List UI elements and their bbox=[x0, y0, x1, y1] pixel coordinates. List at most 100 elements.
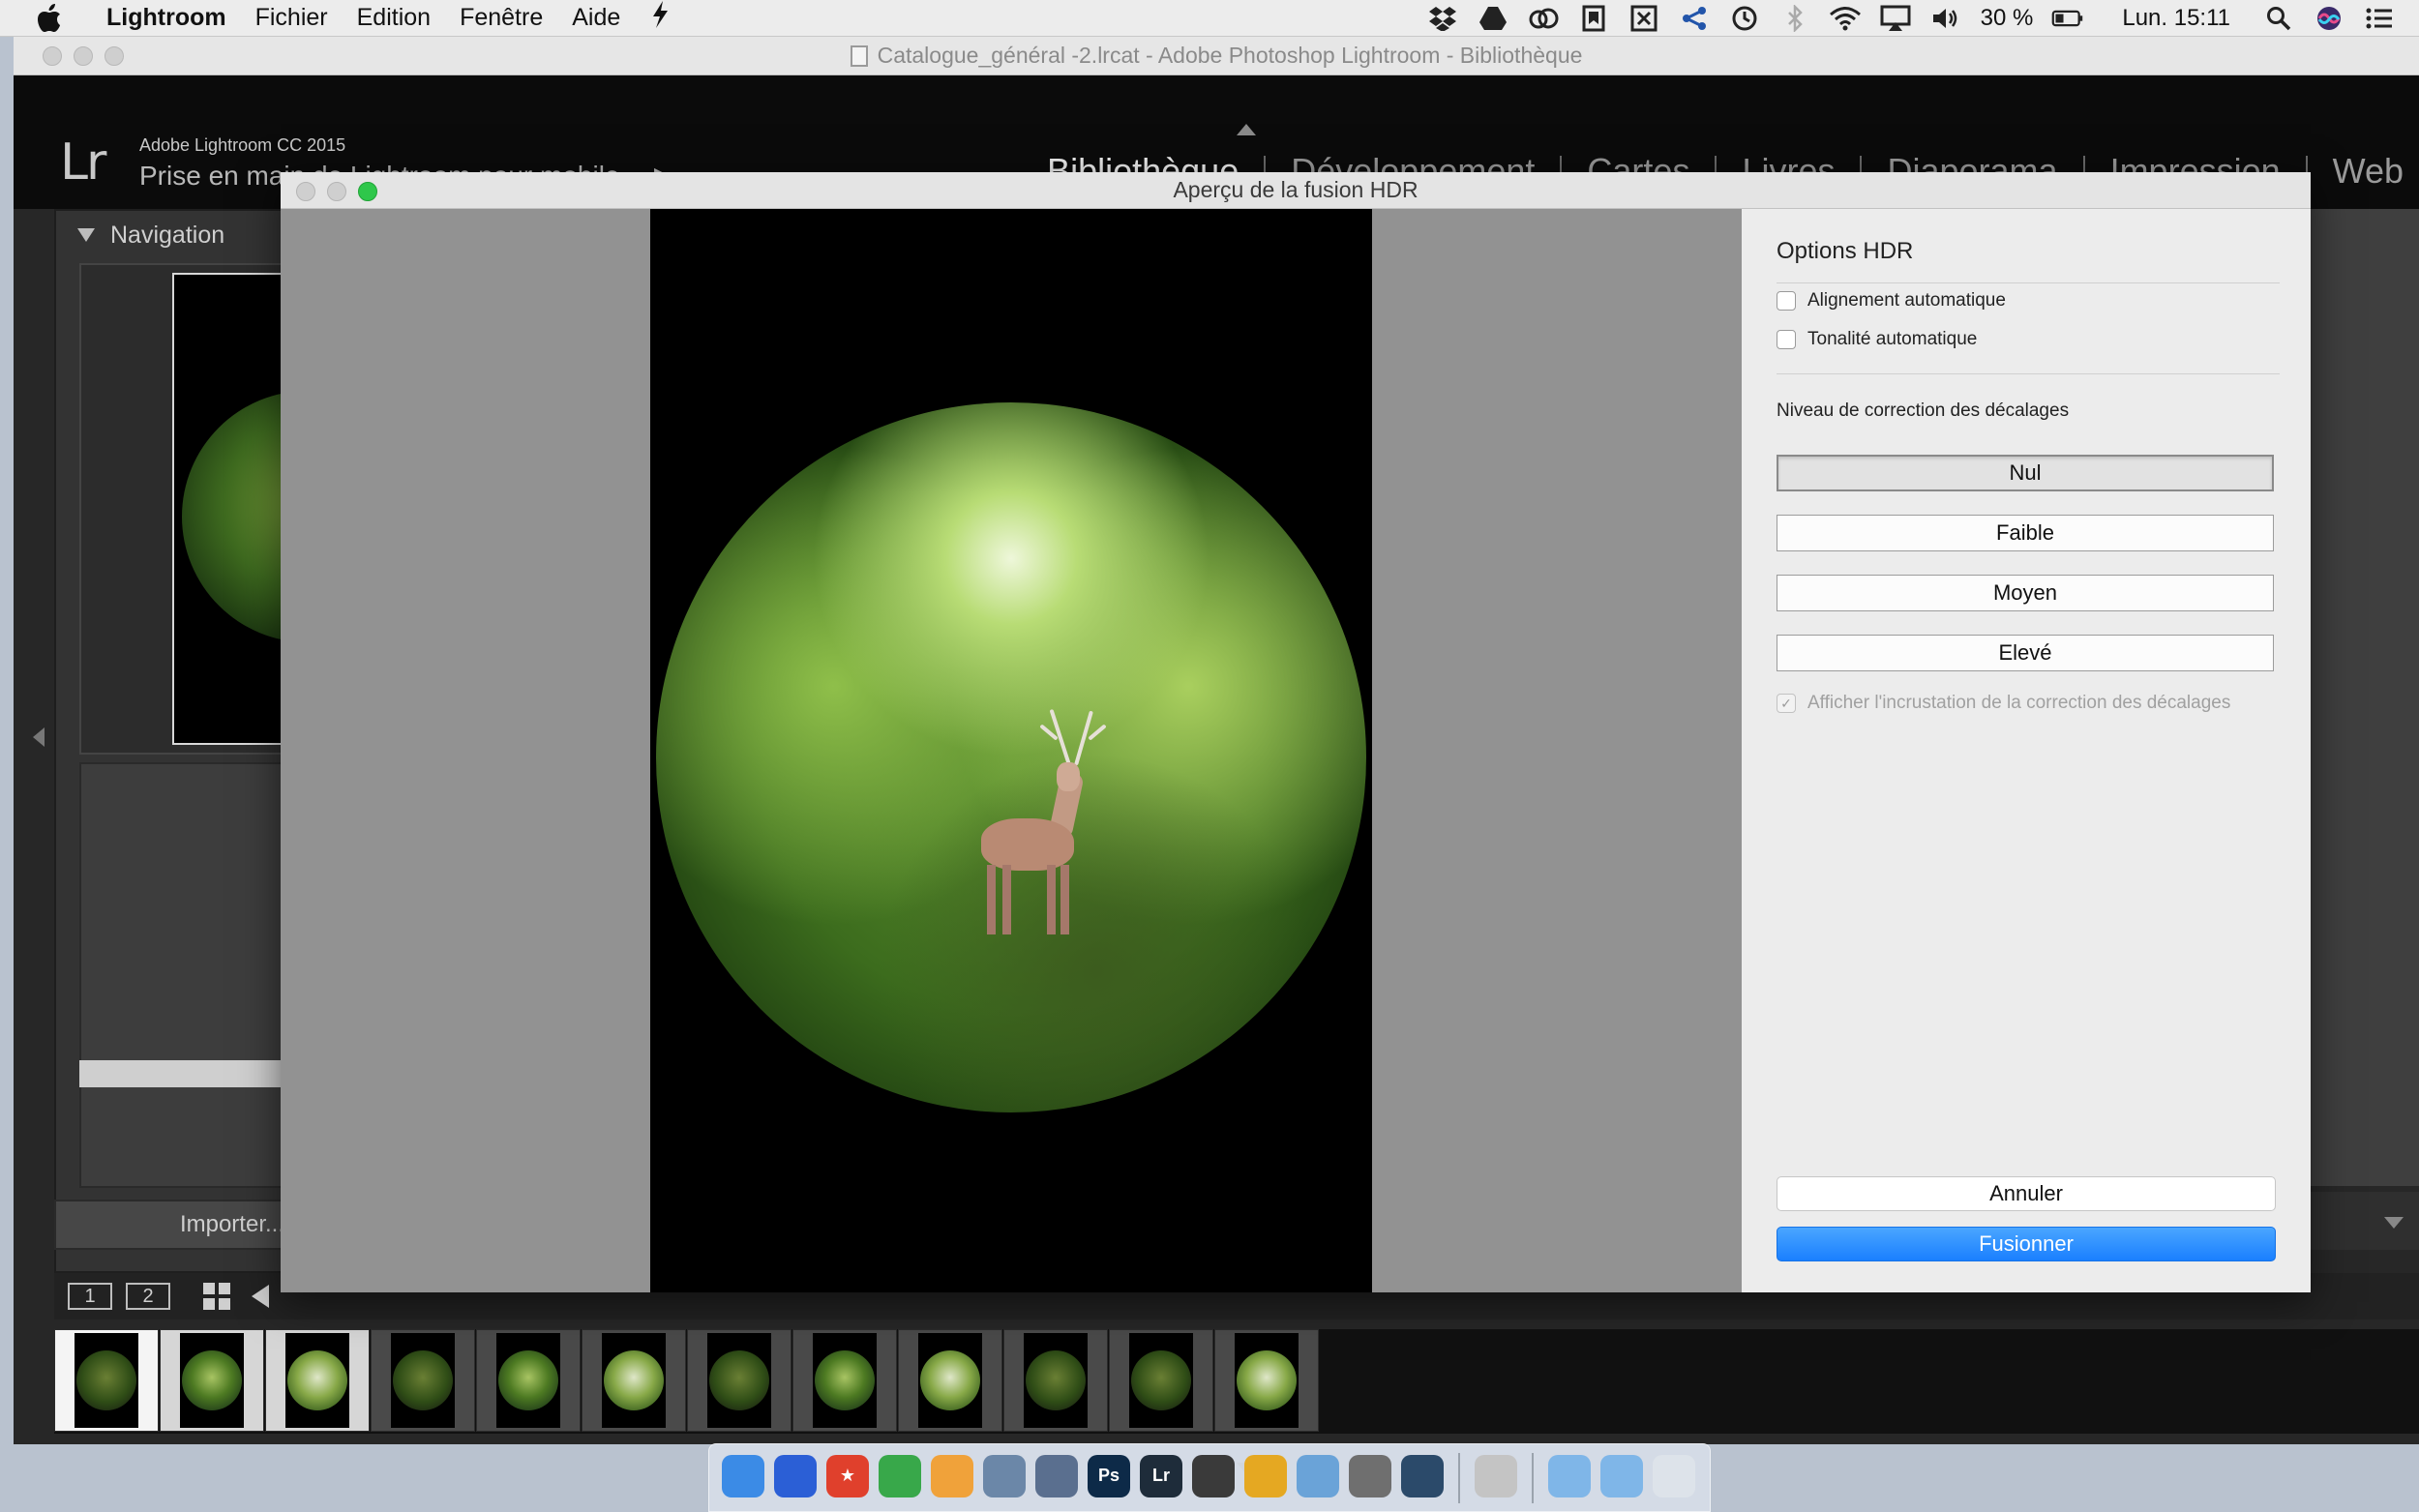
chevron-down-icon[interactable] bbox=[2384, 1217, 2404, 1229]
apple-icon[interactable] bbox=[35, 3, 64, 33]
thumbnail-frame bbox=[180, 1333, 244, 1428]
window-zoom-button[interactable] bbox=[105, 46, 124, 66]
dock-utility-icon[interactable] bbox=[1475, 1454, 1517, 1497]
filmstrip-thumbnail[interactable] bbox=[1003, 1329, 1108, 1432]
filmstrip-thumbnail[interactable] bbox=[792, 1329, 897, 1432]
dock-folder-icon[interactable] bbox=[1548, 1454, 1591, 1497]
document-icon bbox=[850, 44, 868, 67]
bookmark-icon[interactable] bbox=[1577, 4, 1610, 33]
checkbox-box[interactable] bbox=[1777, 330, 1796, 349]
hdr-preview-image bbox=[650, 209, 1372, 1292]
dock-lightroom-icon[interactable]: Lr bbox=[1140, 1454, 1182, 1497]
script-menu-icon[interactable] bbox=[649, 1, 671, 35]
merge-button[interactable]: Fusionner bbox=[1777, 1227, 2276, 1261]
filmstrip-thumbnail[interactable] bbox=[54, 1329, 159, 1432]
divider bbox=[1777, 282, 2280, 283]
hdr-merge-dialog: Aperçu de la fusion HDR Options HDR Alig… bbox=[281, 172, 2311, 1292]
filmstrip-thumbnail[interactable] bbox=[371, 1329, 475, 1432]
menu-aide[interactable]: Aide bbox=[572, 4, 620, 32]
navigator-preview[interactable] bbox=[79, 263, 308, 755]
window-minimize-button[interactable] bbox=[74, 46, 93, 66]
dock-sync-icon[interactable] bbox=[1035, 1454, 1078, 1497]
checkmark-icon[interactable]: ✓ bbox=[1777, 694, 1796, 713]
filmstrip-thumbnail[interactable] bbox=[898, 1329, 1002, 1432]
volume-icon[interactable] bbox=[1929, 4, 1962, 33]
module-web[interactable]: Web bbox=[2308, 151, 2419, 192]
menu-app-name[interactable]: Lightroom bbox=[106, 4, 226, 32]
airplay-icon[interactable] bbox=[1879, 4, 1912, 33]
dock-pages-icon[interactable] bbox=[931, 1454, 973, 1497]
filmstrip-thumbnail[interactable] bbox=[1214, 1329, 1319, 1432]
dock-lr-mobile-icon[interactable] bbox=[1192, 1454, 1235, 1497]
deghost-none-button[interactable]: Nul bbox=[1777, 455, 2274, 491]
dock-numbers-icon[interactable] bbox=[879, 1454, 921, 1497]
deghost-low-button[interactable]: Faible bbox=[1777, 515, 2274, 551]
dock-downloads-folder-icon[interactable] bbox=[1600, 1454, 1643, 1497]
wifi-icon[interactable] bbox=[1829, 4, 1862, 33]
auto-align-checkbox[interactable]: Alignement automatique bbox=[1777, 290, 2006, 311]
auto-tone-checkbox[interactable]: Tonalité automatique bbox=[1777, 329, 1977, 350]
filmstrip bbox=[54, 1329, 2419, 1434]
panel-scrollbar[interactable] bbox=[79, 1060, 304, 1087]
dock-photoshop-icon[interactable]: Ps bbox=[1088, 1454, 1130, 1497]
menu-edition[interactable]: Edition bbox=[357, 4, 431, 32]
disclosure-triangle-icon[interactable] bbox=[77, 228, 95, 242]
dock-preview-icon[interactable] bbox=[983, 1454, 1026, 1497]
left-panel-toggle-icon[interactable] bbox=[33, 727, 45, 747]
dialog-title: Aperçu de la fusion HDR bbox=[1173, 177, 1419, 202]
dock-bookmark-icon[interactable]: ★ bbox=[826, 1454, 869, 1497]
deghost-medium-button[interactable]: Moyen bbox=[1777, 575, 2274, 611]
dock-mail-icon[interactable] bbox=[1297, 1454, 1339, 1497]
dropbox-icon[interactable] bbox=[1426, 4, 1459, 33]
capture-icon[interactable] bbox=[1628, 4, 1660, 33]
navigation-header[interactable]: Navigation bbox=[56, 211, 304, 259]
filmstrip-thumbnail[interactable] bbox=[582, 1329, 686, 1432]
share-icon[interactable] bbox=[1678, 4, 1711, 33]
spotlight-search-icon[interactable] bbox=[2262, 4, 2295, 33]
deghost-high-button[interactable]: Elevé bbox=[1777, 635, 2274, 671]
dock-screenflow-icon[interactable] bbox=[774, 1454, 817, 1497]
dock-quicktime-icon[interactable] bbox=[1401, 1454, 1444, 1497]
thumbnail-image bbox=[920, 1350, 980, 1410]
battery-icon[interactable] bbox=[2051, 4, 2084, 33]
filmstrip-thumbnail[interactable] bbox=[476, 1329, 581, 1432]
window-close-button[interactable] bbox=[43, 46, 62, 66]
creative-cloud-icon[interactable] bbox=[1527, 4, 1560, 33]
dialog-minimize-button[interactable] bbox=[327, 182, 346, 201]
grid-view-icon[interactable] bbox=[203, 1283, 230, 1310]
checkbox-box[interactable] bbox=[1777, 291, 1796, 311]
filmstrip-thumbnail[interactable] bbox=[687, 1329, 791, 1432]
cancel-button[interactable]: Annuler bbox=[1777, 1176, 2276, 1211]
clock[interactable]: Lun. 15:11 bbox=[2122, 5, 2230, 32]
dock-finder-icon[interactable] bbox=[722, 1454, 764, 1497]
thumbnail-image bbox=[287, 1350, 347, 1410]
thumbnail-image bbox=[182, 1350, 242, 1410]
dock-system-prefs-icon[interactable] bbox=[1349, 1454, 1391, 1497]
thumbnail-image bbox=[709, 1350, 769, 1410]
google-drive-icon[interactable] bbox=[1477, 4, 1509, 33]
dialog-titlebar: Aperçu de la fusion HDR bbox=[281, 172, 2311, 209]
dialog-zoom-button[interactable] bbox=[358, 182, 377, 201]
filmstrip-thumbnail[interactable] bbox=[1109, 1329, 1213, 1432]
import-button[interactable]: Importer... bbox=[54, 1200, 302, 1250]
time-machine-icon[interactable] bbox=[1728, 4, 1761, 33]
filmstrip-thumbnail[interactable] bbox=[265, 1329, 370, 1432]
secondary-window-button[interactable]: 2 bbox=[126, 1283, 170, 1310]
siri-icon[interactable] bbox=[2313, 4, 2345, 33]
notification-center-icon[interactable] bbox=[2363, 4, 2396, 33]
dock-chrome-icon[interactable] bbox=[1244, 1454, 1287, 1497]
menu-fichier[interactable]: Fichier bbox=[255, 4, 328, 32]
catalog-panel bbox=[79, 762, 304, 1188]
menu-fenetre[interactable]: Fenêtre bbox=[460, 4, 543, 32]
deghost-overlay-checkbox[interactable]: ✓ Afficher l'incrustation de la correcti… bbox=[1777, 693, 2230, 714]
back-arrow-icon[interactable] bbox=[252, 1285, 269, 1308]
dock-trash-icon[interactable] bbox=[1653, 1454, 1695, 1497]
dialog-close-button[interactable] bbox=[296, 182, 315, 201]
dock-separator bbox=[1458, 1452, 1460, 1503]
collapse-top-panel-icon[interactable] bbox=[1237, 124, 1256, 135]
hdr-options-panel: Options HDR Alignement automatique Tonal… bbox=[1742, 209, 2311, 1292]
filmstrip-thumbnail[interactable] bbox=[160, 1329, 264, 1432]
bluetooth-icon[interactable] bbox=[1778, 4, 1811, 33]
primary-window-button[interactable]: 1 bbox=[68, 1283, 112, 1310]
right-panel bbox=[2307, 209, 2419, 1186]
